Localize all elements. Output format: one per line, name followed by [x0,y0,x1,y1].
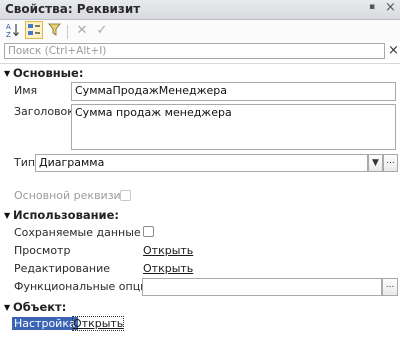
sort-az-icon: A Z [6,23,19,38]
edit-label: Редактирование [14,262,110,275]
func-options-label: Функциональные опции [14,280,155,293]
categories-button[interactable] [25,21,43,39]
collapse-arrow-icon[interactable]: ▼ [4,69,10,78]
view-open-link[interactable]: Открыть [143,244,193,257]
group-usage-title[interactable]: Использование: [13,208,119,222]
name-field[interactable]: СуммаПродажМенеджера [71,82,396,101]
caption-field[interactable]: Сумма продаж менеджера [71,104,396,150]
saved-data-checkbox[interactable] [143,226,154,237]
filter-icon [48,23,61,36]
dropdown-arrow-icon[interactable]: ▼ [368,154,383,172]
type-label: Тип [14,156,36,169]
name-label: Имя [14,84,38,97]
svg-text:A: A [6,23,11,31]
categories-icon [28,24,40,35]
collapse-arrow-icon[interactable]: ▼ [4,303,10,312]
func-options-select-button[interactable]: ... [382,278,398,296]
collapse-arrow-icon[interactable]: ▼ [4,211,10,220]
toolbar-separator [67,25,68,39]
divider [0,63,400,64]
caption-label: Заголовок [14,105,74,118]
main-attr-checkbox[interactable] [120,190,131,201]
edit-open-link[interactable]: Открыть [143,262,193,275]
pin-icon[interactable]: ▪ [369,2,375,12]
delete-icon[interactable]: ✕ [73,21,91,39]
func-options-field[interactable] [142,278,382,296]
accept-icon[interactable]: ✓ [93,21,111,39]
window-title: Свойства: Реквизит [5,2,141,16]
search-clear-icon[interactable]: × [388,44,399,58]
setup-open-link[interactable]: Открыть [71,316,125,331]
search-input[interactable]: Поиск (Ctrl+Alt+I) [4,43,385,59]
filter-button[interactable] [46,21,64,39]
close-icon[interactable]: × [385,0,396,15]
sort-az-button[interactable]: A Z [4,21,22,39]
type-field[interactable]: Диаграмма [35,154,368,172]
setup-label[interactable]: Настройка [12,317,78,330]
main-attr-label: Основной реквизит [14,189,128,202]
svg-text:Z: Z [6,31,11,38]
group-object-title[interactable]: Объект: [13,300,66,314]
group-main-title[interactable]: Основные: [13,66,83,80]
type-select-button[interactable]: ... [383,154,398,172]
saved-data-label: Сохраняемые данные [14,226,141,239]
view-label: Просмотр [14,244,71,257]
